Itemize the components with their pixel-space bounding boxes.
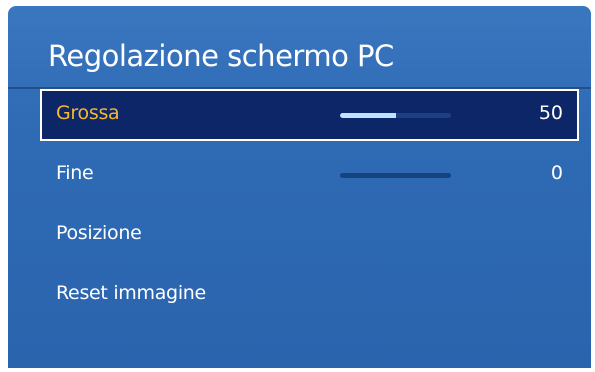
fine-slider[interactable]: [340, 173, 451, 178]
menu-title: Regolazione schermo PC: [48, 39, 394, 73]
menu-item-value: 0: [550, 162, 563, 184]
grossa-slider[interactable]: [340, 113, 451, 118]
menu-item-grossa[interactable]: Grossa 50: [40, 89, 579, 141]
menu-item-value: 50: [538, 102, 563, 124]
menu-item-posizione[interactable]: Posizione: [40, 209, 579, 261]
menu-panel: Regolazione schermo PC Grossa 50 Fine 0 …: [8, 6, 591, 368]
menu-item-reset-immagine[interactable]: Reset immagine: [40, 269, 579, 321]
menu-item-label: Reset immagine: [56, 282, 206, 304]
menu-item-label: Fine: [56, 162, 94, 184]
menu-item-fine[interactable]: Fine 0: [40, 149, 579, 201]
menu-item-label: Grossa: [56, 102, 120, 124]
menu-item-label: Posizione: [56, 222, 142, 244]
slider-fill: [340, 113, 396, 118]
